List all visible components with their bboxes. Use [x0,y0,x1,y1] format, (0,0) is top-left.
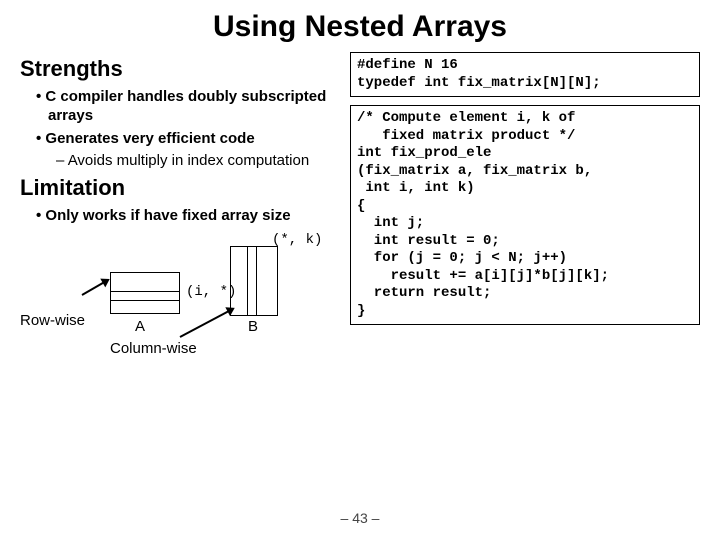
matrix-a-icon [110,272,180,314]
matrix-a-label: A [135,318,145,335]
arrow-icon [82,279,109,296]
arrow-icon [180,308,234,338]
strength-item: C compiler handles doubly subscripted ar… [48,88,340,126]
label-star-k: (*, k) [272,232,322,248]
column-band [247,247,257,315]
content-area: Strengths C compiler handles doubly subs… [0,52,720,333]
limitation-heading: Limitation [20,175,340,201]
code-function: /* Compute element i, k of fixed matrix … [350,105,700,325]
page-title: Using Nested Arrays [0,0,720,52]
strength-item: Generates very efficient code [48,130,340,149]
label-colwise: Column-wise [110,340,197,357]
right-column: #define N 16 typedef int fix_matrix[N][N… [350,52,700,333]
code-typedef: #define N 16 typedef int fix_matrix[N][N… [350,52,700,97]
left-column: Strengths C compiler handles doubly subs… [20,52,350,333]
matrix-diagram: (*, k) (i, *) Row-wise A B Column-wise [20,232,330,332]
strengths-heading: Strengths [20,56,340,82]
label-rowwise: Row-wise [20,312,85,329]
strength-subitem: Avoids multiply in index computation [68,152,340,171]
matrix-b-label: B [248,318,258,335]
matrix-b-icon [230,246,278,316]
limitation-item: Only works if have fixed array size [48,207,340,226]
page-number: – 43 – [0,510,720,526]
row-band [111,291,179,301]
label-i-star: (i, *) [186,284,236,300]
